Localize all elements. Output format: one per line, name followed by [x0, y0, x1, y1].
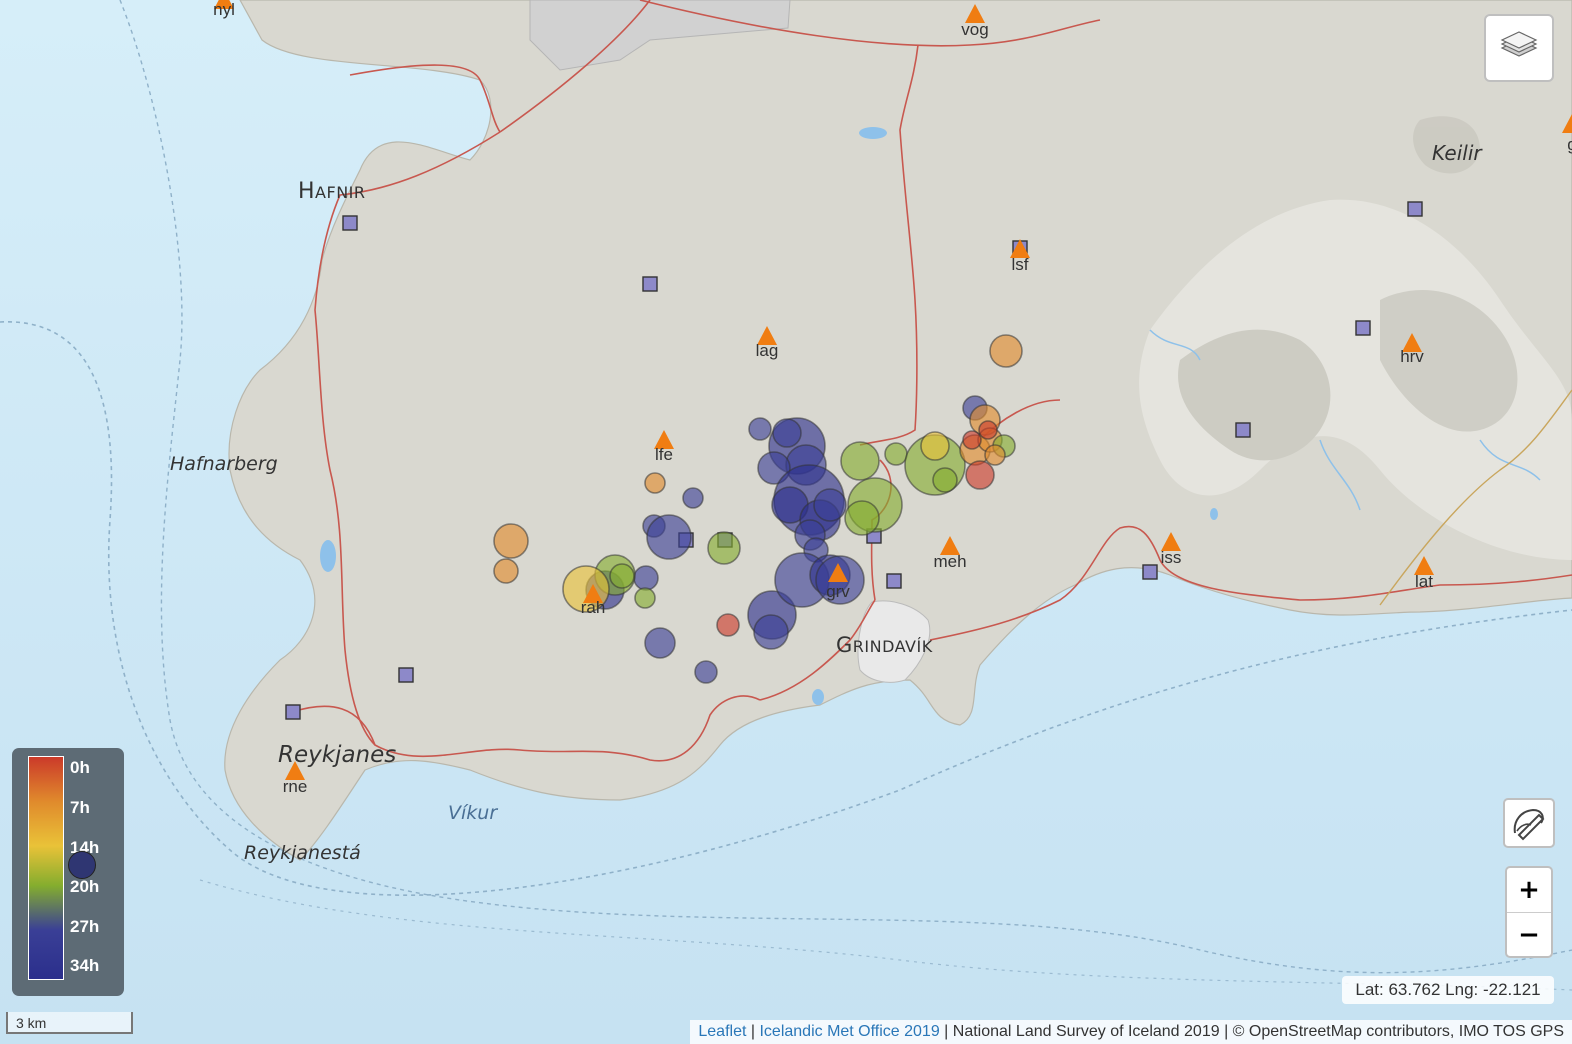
gps-station-label: rah: [581, 598, 606, 617]
earthquake-marker: [932, 467, 958, 493]
gps-station-label: g: [1567, 135, 1572, 154]
legend-label-34h: 34h: [70, 956, 100, 975]
imo-link[interactable]: Icelandic Met Office 2019: [759, 1023, 939, 1040]
draw-tool-button[interactable]: [1503, 798, 1555, 848]
earthquake-marker: [644, 472, 666, 494]
gps-station-label: vog: [961, 20, 988, 39]
gps-station-label: rne: [283, 777, 308, 796]
earthquake-marker: [989, 334, 1023, 368]
earthquake-marker: [920, 431, 950, 461]
gps-station-label: nyl: [213, 0, 235, 19]
earthquake-marker: [644, 627, 676, 659]
gps-station-label: lsf: [1012, 255, 1029, 274]
earthquake-marker: [748, 417, 772, 441]
gps-station-label: meh: [933, 552, 966, 571]
legend-label-27h: 27h: [70, 917, 100, 936]
legend-label-20h: 20h: [70, 877, 100, 896]
mouse-coordinates: Lat: 63.762 Lng: -22.121: [1342, 976, 1554, 1004]
earthquake-marker: [813, 488, 847, 522]
seismometer-marker: [342, 215, 358, 231]
place-vikur: Víkur: [448, 802, 498, 824]
layers-icon: [1500, 31, 1538, 57]
scale-bar: 3 km: [6, 1012, 133, 1034]
gps-station-label: iss: [1161, 548, 1182, 567]
earthquake-marker: [716, 613, 740, 637]
gps-station-label: grv: [826, 582, 850, 601]
seismometer-marker: [285, 704, 301, 720]
seismometer-marker: [1235, 422, 1251, 438]
legend-color-bar: [28, 756, 64, 980]
earthquake-marker: [493, 523, 529, 559]
attribution: Leaflet | Icelandic Met Office 2019 | Na…: [690, 1020, 1572, 1044]
earthquake-marker: [646, 514, 692, 560]
legend-marker: [68, 851, 96, 879]
place-hafnarberg: Hafnarberg: [170, 453, 278, 475]
gps-station-label: hrv: [1400, 347, 1424, 366]
place-grindavik: GRINDAVÍK: [836, 633, 933, 657]
time-legend: 0h 7h 14h 20h 27h 34h: [12, 748, 124, 996]
leaflet-link[interactable]: Leaflet: [698, 1023, 746, 1040]
seismometer-marker: [1142, 564, 1158, 580]
earthquake-marker: [962, 430, 982, 450]
earthquake-marker: [884, 442, 908, 466]
place-keilir: Keilir: [1432, 141, 1483, 165]
seismometer-marker: [1407, 201, 1423, 217]
attribution-rest: | National Land Survey of Iceland 2019 |…: [939, 1023, 1564, 1040]
seismometer-marker: [1355, 320, 1371, 336]
seismometer-marker: [398, 667, 414, 683]
seismometer-marker: [642, 276, 658, 292]
earthquake-marker: [978, 420, 998, 440]
earthquake-marker: [493, 558, 519, 584]
zoom-control: + −: [1505, 866, 1553, 958]
earthquake-marker: [965, 460, 995, 490]
place-hafnir: HAFNIR: [298, 179, 366, 204]
attribution-separator: |: [746, 1023, 760, 1040]
place-reykjanesta: Reykjanestá: [244, 842, 361, 864]
earthquake-marker: [609, 563, 635, 589]
earthquake-marker: [984, 444, 1006, 466]
zoom-out-button[interactable]: −: [1507, 912, 1551, 956]
earthquake-marker: [772, 418, 802, 448]
draw-polygon-icon: [1513, 808, 1545, 841]
map-canvas[interactable]: HAFNIR GRINDAVÍK Keilir Hafnarberg Reykj…: [0, 0, 1572, 1044]
legend-label-7h: 7h: [70, 798, 90, 817]
earthquake-marker: [633, 565, 659, 591]
zoom-in-button[interactable]: +: [1507, 868, 1551, 912]
earthquake-marker: [634, 587, 656, 609]
seismometer-marker: [886, 573, 902, 589]
gps-station-label: lfe: [655, 445, 673, 464]
earthquake-marker: [682, 487, 704, 509]
earthquake-marker: [707, 531, 741, 565]
gps-station-label: lag: [756, 341, 779, 360]
earthquake-marker: [753, 614, 789, 650]
legend-label-0h: 0h: [70, 758, 90, 777]
gps-station-label: lat: [1415, 572, 1433, 591]
earthquake-marker: [844, 500, 880, 536]
earthquake-marker: [694, 660, 718, 684]
layers-control-button[interactable]: [1484, 14, 1554, 82]
earthquake-marker: [840, 441, 880, 481]
